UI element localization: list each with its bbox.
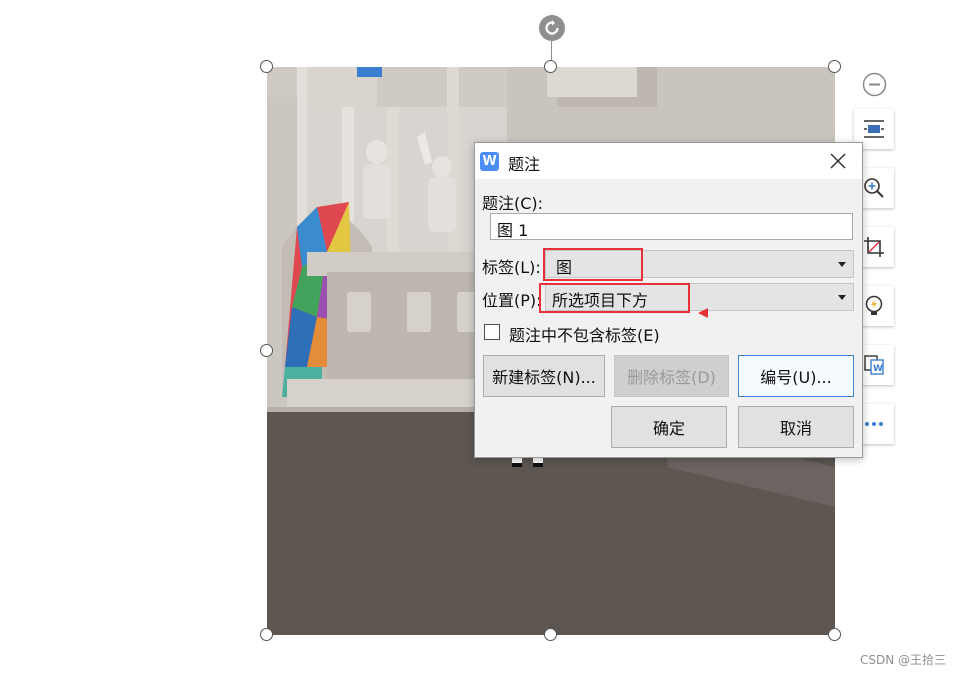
chevron-down-icon [838, 262, 846, 267]
cancel-button[interactable]: 取消 [738, 406, 854, 448]
highlight-box-position [539, 283, 690, 313]
resize-handle-top-left[interactable] [260, 60, 273, 73]
rotate-stem [551, 41, 552, 61]
position-label: 位置(P): [482, 291, 542, 310]
resize-handle-left[interactable] [260, 344, 273, 357]
highlight-box-label [543, 248, 643, 281]
wps-logo-icon: W [480, 152, 499, 171]
close-icon[interactable] [826, 149, 850, 173]
resize-handle-bottom[interactable] [544, 628, 557, 641]
resize-handle-top[interactable] [544, 60, 557, 73]
arrow-icon [698, 308, 708, 318]
chevron-down-icon [838, 295, 846, 300]
new-label-button[interactable]: 新建标签(N)... [483, 355, 605, 397]
label-label: 标签(L): [482, 258, 541, 277]
resize-handle-bottom-right[interactable] [828, 628, 841, 641]
exclude-label-checkbox[interactable] [484, 324, 500, 340]
dialog-title: 题注 [508, 155, 541, 174]
rotate-handle-icon[interactable] [539, 15, 565, 41]
collapse-icon[interactable] [862, 72, 887, 97]
numbering-button[interactable]: 编号(U)... [738, 355, 854, 397]
delete-label-button[interactable]: 删除标签(D) [614, 355, 729, 397]
ok-button[interactable]: 确定 [611, 406, 727, 448]
svg-text:W: W [873, 364, 883, 374]
exclude-label-text: 题注中不包含标签(E) [509, 326, 660, 345]
resize-handle-top-right[interactable] [828, 60, 841, 73]
caption-input[interactable]: 图 1 [490, 213, 853, 240]
watermark: CSDN @王拾三 [860, 653, 947, 667]
caption-label: 题注(C): [482, 194, 544, 213]
resize-handle-bottom-left[interactable] [260, 628, 273, 641]
dialog-title-bar[interactable]: W 题注 [475, 143, 862, 179]
